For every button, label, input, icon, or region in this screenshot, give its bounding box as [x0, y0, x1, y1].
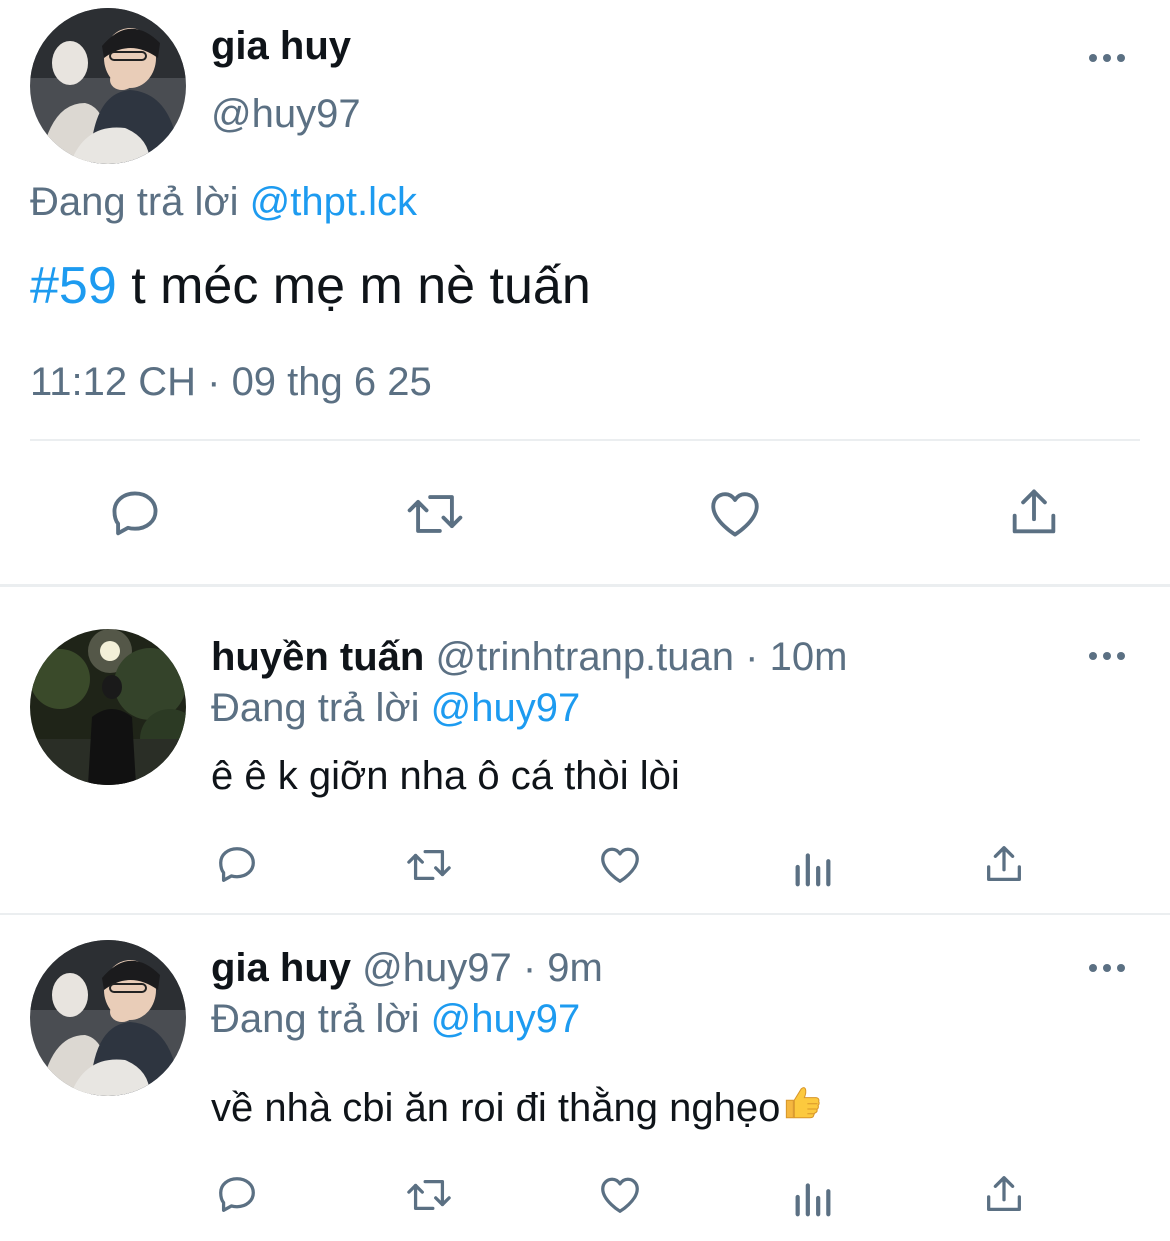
- main-author-name[interactable]: gia huy: [211, 22, 351, 70]
- reply1-text: ê ê k giỡn nha ô cá thòi lòi: [211, 754, 680, 798]
- reply-prefix: Đang trả lời: [211, 686, 420, 730]
- share-icon[interactable]: [981, 841, 1027, 887]
- reply1-author-handle[interactable]: @trinhtranp.tuan: [435, 635, 734, 679]
- heart-icon[interactable]: [597, 842, 643, 888]
- retweet-icon[interactable]: [402, 1172, 456, 1218]
- reply1-time[interactable]: · 10m: [734, 635, 847, 679]
- tweet-body: t méc mẹ m nè tuấn: [116, 257, 591, 315]
- reply-prefix: Đang trả lời: [211, 997, 420, 1041]
- reply2-avatar[interactable]: [30, 940, 186, 1096]
- analytics-icon[interactable]: [790, 844, 836, 890]
- reply2-text: về nhà cbi ăn roi đi thằng nghẹo: [211, 1085, 781, 1130]
- thumbs-up-emoji: [782, 1081, 824, 1134]
- hashtag-link[interactable]: #59: [30, 257, 117, 315]
- main-reply-context: Đang trả lời @thpt.lck: [30, 178, 417, 226]
- main-timestamp[interactable]: 11:12 CH · 09 thg 6 25: [30, 358, 432, 406]
- reply-icon[interactable]: [214, 842, 260, 888]
- reply2-more-icon[interactable]: [1089, 964, 1125, 972]
- reply1-header: huyền tuấn @trinhtranp.tuan · 10m: [211, 633, 847, 681]
- reply-icon[interactable]: [214, 1172, 260, 1218]
- reply2-author-handle[interactable]: @huy97: [362, 946, 512, 990]
- main-author-handle[interactable]: @huy97: [211, 90, 361, 138]
- reply2-time[interactable]: · 9m: [512, 946, 603, 990]
- reply2-header: gia huy @huy97 · 9m: [211, 944, 603, 992]
- reply-divider: [0, 913, 1170, 915]
- retweet-icon[interactable]: [402, 485, 468, 543]
- main-tweet-text: #59 t méc mẹ m nè tuấn: [30, 256, 591, 316]
- reply1-avatar[interactable]: [30, 629, 186, 785]
- reply2-reply-context: Đang trả lời @huy97: [211, 995, 580, 1043]
- reply-to-link[interactable]: @thpt.lck: [250, 180, 417, 224]
- main-more-icon[interactable]: [1089, 54, 1125, 62]
- reply1-more-icon[interactable]: [1089, 652, 1125, 660]
- analytics-icon[interactable]: [790, 1174, 836, 1220]
- heart-icon[interactable]: [706, 485, 764, 543]
- heart-icon[interactable]: [597, 1172, 643, 1218]
- share-icon[interactable]: [981, 1171, 1027, 1217]
- reply-to-link[interactable]: @huy97: [431, 686, 581, 730]
- share-icon[interactable]: [1005, 483, 1063, 541]
- reply-prefix: Đang trả lời: [30, 180, 239, 224]
- retweet-icon[interactable]: [402, 842, 456, 888]
- reply2-text-row: về nhà cbi ăn roi đi thằng nghẹo: [211, 1081, 824, 1134]
- reply1-reply-context: Đang trả lời @huy97: [211, 684, 580, 732]
- section-separator: [0, 584, 1170, 587]
- reply-to-link[interactable]: @huy97: [431, 997, 581, 1041]
- reply-icon[interactable]: [106, 485, 164, 543]
- main-avatar[interactable]: [30, 8, 186, 164]
- reply1-author-name[interactable]: huyền tuấn: [211, 635, 424, 679]
- reply2-author-name[interactable]: gia huy: [211, 946, 351, 990]
- main-divider: [30, 439, 1140, 441]
